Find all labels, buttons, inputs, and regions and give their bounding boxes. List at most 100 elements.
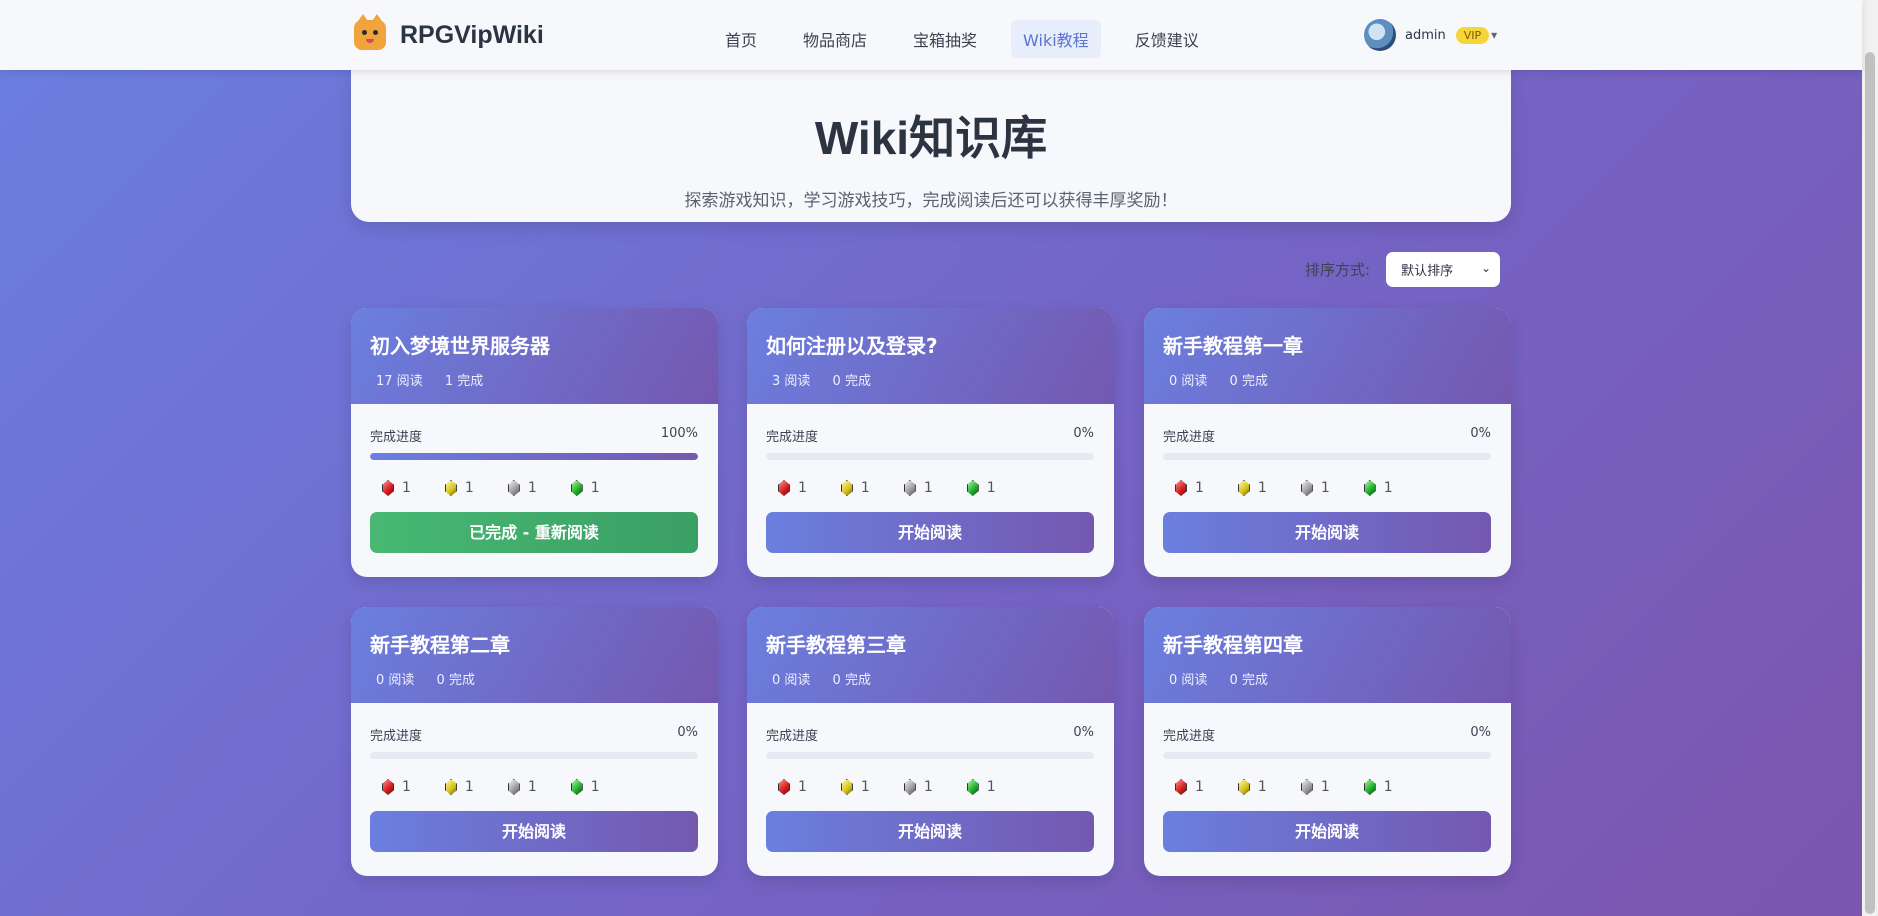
read-count: 0 阅读 — [772, 673, 811, 688]
card-header: 如何注册以及登录? 3 阅读 0 完成 — [747, 308, 1114, 404]
green-gem-icon — [966, 480, 979, 496]
complete-count: 1 完成 — [444, 374, 484, 389]
progress-label: 完成进度 — [1163, 729, 1216, 744]
reward-item: 1 — [1300, 480, 1330, 496]
wiki-card: 新手教程第一章 0 阅读 0 完成 完成进度 0% 1 1 1 1 开始阅读 — [1144, 308, 1511, 577]
yellow-gem-icon — [444, 779, 457, 795]
scrollbar-thumb[interactable] — [1865, 52, 1875, 914]
reward-count: 1 — [798, 480, 807, 496]
reward-count: 1 — [590, 779, 600, 795]
page-subtitle: 探索游戏知识，学习游戏技巧，完成阅读后还可以获得丰厚奖励！ — [684, 191, 1178, 211]
complete-count: 0 完成 — [1229, 673, 1268, 688]
reward-count: 1 — [402, 779, 411, 795]
start-reading-button[interactable]: 开始阅读 — [1163, 512, 1491, 553]
read-count: 0 阅读 — [1169, 374, 1208, 389]
progress-label: 完成进度 — [370, 729, 423, 744]
yellow-gem-icon — [1237, 480, 1250, 496]
brand-name: RPGVipWiki — [400, 20, 544, 49]
green-gem-icon — [570, 480, 583, 496]
reward-item: 1 — [1363, 480, 1393, 496]
reward-item: 1 — [1300, 779, 1330, 795]
reward-count: 1 — [527, 779, 537, 795]
complete-count: 0 完成 — [436, 673, 475, 688]
reward-list: 1 1 1 1 — [351, 759, 718, 795]
progress-bar — [766, 453, 1094, 460]
nav-item-shop[interactable]: 物品商店 — [791, 20, 879, 58]
green-gem-icon — [966, 779, 979, 795]
progress-row: 完成进度 0% — [747, 703, 1114, 744]
reward-count: 1 — [1195, 480, 1204, 496]
reward-count: 1 — [402, 480, 411, 496]
reward-item: 1 — [1237, 480, 1267, 496]
progress-label: 完成进度 — [370, 430, 423, 445]
yellow-gem-icon — [840, 779, 853, 795]
card-stats: 3 阅读 0 完成 — [766, 370, 1095, 389]
start-reading-button[interactable]: 开始阅读 — [766, 512, 1094, 553]
reward-count: 1 — [923, 480, 933, 496]
card-title: 初入梦境世界服务器 — [370, 334, 550, 358]
reward-count: 1 — [527, 480, 537, 496]
reward-list: 1 1 1 1 — [1144, 460, 1511, 496]
gray-gem-icon — [507, 779, 520, 795]
card-stats: 0 阅读 0 完成 — [766, 669, 1095, 688]
card-stats: 0 阅读 0 完成 — [370, 669, 699, 688]
card-header: 初入梦境世界服务器 17 阅读 1 完成 — [351, 308, 718, 404]
reward-item: 1 — [966, 480, 996, 496]
reward-item: 1 — [903, 779, 933, 795]
card-title: 新手教程第二章 — [370, 633, 510, 657]
nav-item-wiki[interactable]: Wiki教程 — [1011, 20, 1101, 58]
user-menu[interactable]: admin VIP ▾ — [1364, 19, 1497, 51]
reward-item: 1 — [570, 480, 600, 496]
progress-percent: 100% — [660, 426, 698, 441]
complete-count: 0 完成 — [832, 374, 871, 389]
reward-count: 1 — [860, 779, 870, 795]
hero-panel: Wiki知识库 探索游戏知识，学习游戏技巧，完成阅读后还可以获得丰厚奖励！ — [351, 70, 1511, 222]
card-header: 新手教程第四章 0 阅读 0 完成 — [1144, 607, 1511, 703]
reward-count: 1 — [1320, 480, 1330, 496]
sort-selected-value: 默认排序 — [1401, 264, 1454, 279]
sort-select[interactable]: 默认排序 ⌄ — [1386, 252, 1501, 287]
wiki-card: 如何注册以及登录? 3 阅读 0 完成 完成进度 0% 1 1 1 1 开始阅读 — [747, 308, 1114, 577]
red-gem-icon — [1175, 779, 1187, 795]
progress-row: 完成进度 0% — [1144, 703, 1511, 744]
reread-button[interactable]: 已完成 - 重新阅读 — [370, 512, 698, 553]
card-stats: 0 阅读 0 完成 — [1163, 669, 1492, 688]
progress-label: 完成进度 — [766, 729, 819, 744]
reward-list: 1 1 1 1 — [351, 460, 718, 496]
brand[interactable]: RPGVipWiki — [354, 14, 544, 50]
progress-row: 完成进度 100% — [351, 404, 718, 445]
start-reading-button[interactable]: 开始阅读 — [1163, 811, 1491, 852]
gray-gem-icon — [507, 480, 520, 496]
avatar[interactable] — [1364, 19, 1396, 51]
reward-item: 1 — [444, 480, 474, 496]
wiki-card: 新手教程第四章 0 阅读 0 完成 完成进度 0% 1 1 1 1 开始阅读 — [1144, 607, 1511, 876]
reward-item: 1 — [1363, 779, 1393, 795]
reward-item: 1 — [778, 480, 807, 496]
progress-percent: 0% — [677, 725, 698, 740]
main-nav: 首页 物品商店 宝箱抽奖 Wiki教程 反馈建议 — [713, 20, 1233, 58]
red-gem-icon — [778, 779, 790, 795]
reward-item: 1 — [840, 779, 870, 795]
card-header: 新手教程第二章 0 阅读 0 完成 — [351, 607, 718, 703]
nav-item-lottery[interactable]: 宝箱抽奖 — [901, 20, 989, 58]
nav-item-home[interactable]: 首页 — [713, 20, 769, 58]
reward-count: 1 — [1383, 480, 1393, 496]
start-reading-button[interactable]: 开始阅读 — [766, 811, 1094, 852]
reward-count: 1 — [860, 480, 870, 496]
reward-count: 1 — [1195, 779, 1204, 795]
progress-bar — [370, 752, 698, 759]
complete-count: 0 完成 — [832, 673, 871, 688]
reward-count: 1 — [923, 779, 933, 795]
reward-count: 1 — [1257, 779, 1267, 795]
progress-label: 完成进度 — [766, 430, 819, 445]
progress-bar — [1163, 453, 1491, 460]
page-scrollbar[interactable] — [1862, 0, 1878, 916]
chevron-down-icon[interactable]: ▾ — [1491, 28, 1497, 42]
nav-item-feedback[interactable]: 反馈建议 — [1123, 20, 1211, 58]
start-reading-button[interactable]: 开始阅读 — [370, 811, 698, 852]
progress-row: 完成进度 0% — [1144, 404, 1511, 445]
reward-item: 1 — [382, 779, 411, 795]
reward-count: 1 — [464, 779, 474, 795]
progress-percent: 0% — [1073, 725, 1094, 740]
yellow-gem-icon — [840, 480, 853, 496]
